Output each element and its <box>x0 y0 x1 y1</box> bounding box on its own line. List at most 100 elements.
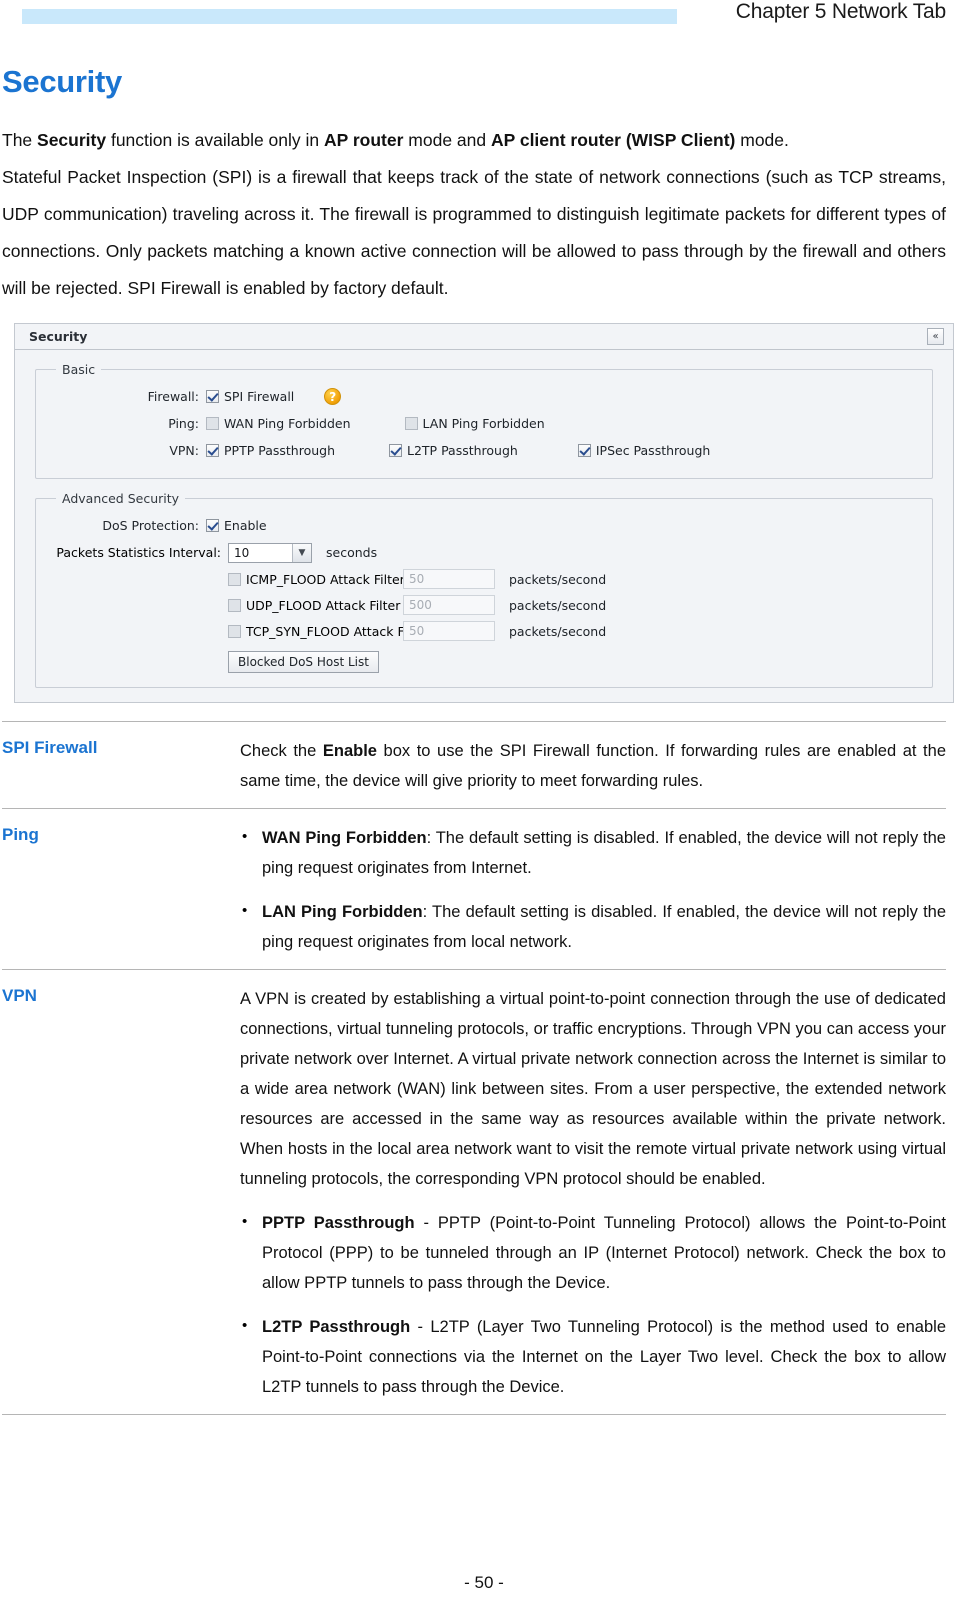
dos-enable-checkbox[interactable] <box>206 519 219 532</box>
spi-description: Check the Enable box to use the SPI Fire… <box>240 736 946 796</box>
vpn-row: VPN: PPTP Passthrough L2TP Passthrough I… <box>46 437 922 464</box>
intro-lead-mid2: mode and <box>403 130 491 150</box>
udp-flood-checkbox[interactable] <box>228 598 241 612</box>
security-settings-screenshot: Security « Basic Firewall: SPI Firewall … <box>14 323 954 703</box>
basic-group-legend: Basic <box>62 362 96 377</box>
chapter-title: Chapter 5 Network Tab <box>735 0 946 23</box>
vpn-bullet-l2tp: L2TP Passthrough - L2TP (Layer Two Tunne… <box>242 1311 946 1402</box>
packets-statistics-interval-units: seconds <box>326 545 378 560</box>
definition-term-spi-firewall: SPI Firewall <box>2 738 98 757</box>
basic-settings-group: Basic Firewall: SPI Firewall ? Ping: WAN… <box>35 362 933 479</box>
icmp-flood-label: ICMP_FLOOD Attack Filter <box>246 571 405 587</box>
definition-row-spi-firewall: SPI Firewall Check the Enable box to use… <box>2 721 946 808</box>
ping-row: Ping: WAN Ping Forbidden LAN Ping Forbid… <box>46 410 922 437</box>
intro-lead-prefix: The <box>2 130 38 150</box>
ping-bullet-wan: WAN Ping Forbidden: The default setting … <box>242 822 946 883</box>
advanced-security-group: Advanced Security DoS Protection: Enable… <box>35 491 933 688</box>
intro-text: The Security function is available only … <box>2 122 946 307</box>
screenshot-panel-title: Security <box>29 329 88 344</box>
ipsec-passthrough-checkbox-wrap[interactable]: IPSec Passthrough <box>577 443 711 458</box>
dos-protection-label: DoS Protection: <box>102 518 199 533</box>
dos-enable-checkbox-wrap[interactable]: Enable <box>206 518 267 533</box>
advanced-group-legend: Advanced Security <box>62 491 180 506</box>
icmp-flood-units: packets/second <box>509 571 607 587</box>
spi-firewall-checkbox[interactable] <box>206 390 219 403</box>
udp-flood-units: packets/second <box>509 597 607 613</box>
icmp-flood-threshold-input[interactable]: 50 <box>403 569 495 589</box>
definition-term-ping: Ping <box>2 825 39 844</box>
spi-desc-prefix: Check the <box>240 742 323 760</box>
lan-ping-forbidden-checkbox[interactable] <box>404 417 418 430</box>
l2tp-passthrough-checkbox[interactable] <box>389 444 402 457</box>
tcp-syn-flood-units: packets/second <box>509 623 607 639</box>
udp-flood-checkbox-wrap[interactable]: UDP_FLOOD Attack Filter <box>228 598 403 613</box>
definition-term-vpn: VPN <box>2 986 37 1005</box>
blocked-dos-host-list-button[interactable]: Blocked DoS Host List <box>228 651 379 673</box>
firewall-row: Firewall: SPI Firewall ? <box>46 383 922 410</box>
ping-bullet-lan-bold: LAN Ping Forbidden <box>262 903 423 921</box>
definition-body-vpn: A VPN is created by establishing a virtu… <box>240 984 946 1402</box>
page-header: Chapter 5 Network Tab <box>0 0 968 34</box>
packets-statistics-interval-label: Packets Statistics Interval: <box>56 545 221 560</box>
wan-ping-forbidden-checkbox-wrap[interactable]: WAN Ping Forbidden <box>206 416 351 431</box>
vpn-row-label: VPN: <box>169 443 199 458</box>
dos-enable-label: Enable <box>224 518 267 533</box>
udp-flood-filter-row: UDP_FLOOD Attack Filter 500 packets/seco… <box>46 592 922 618</box>
ipsec-passthrough-label: IPSec Passthrough <box>595 443 711 458</box>
pptp-passthrough-checkbox-wrap[interactable]: PPTP Passthrough <box>206 443 335 458</box>
spi-desc-bold: Enable <box>322 742 377 760</box>
pptp-passthrough-label: PPTP Passthrough <box>224 443 335 458</box>
intro-lead-line: The Security function is available only … <box>2 122 946 159</box>
l2tp-passthrough-label: L2TP Passthrough <box>407 443 518 458</box>
packets-statistics-interval-row: Packets Statistics Interval: 10 ▼ second… <box>46 539 922 566</box>
lan-ping-forbidden-checkbox-wrap[interactable]: LAN Ping Forbidden <box>404 416 545 431</box>
header-decoration-band <box>22 9 677 24</box>
definition-row-vpn: VPN A VPN is created by establishing a v… <box>2 969 946 1415</box>
intro-bold-ap-router: AP router <box>324 130 404 150</box>
page-number-footer: - 50 - <box>464 1573 504 1592</box>
intro-bold-security: Security <box>37 130 107 150</box>
icmp-flood-checkbox[interactable] <box>228 572 241 586</box>
ping-bullet-list: WAN Ping Forbidden: The default setting … <box>240 822 946 957</box>
chevron-down-icon[interactable]: ▼ <box>292 543 311 562</box>
pptp-passthrough-checkbox[interactable] <box>206 444 219 457</box>
wan-ping-forbidden-checkbox[interactable] <box>206 417 219 430</box>
vpn-bullet-l2tp-bold: L2TP Passthrough <box>262 1318 411 1336</box>
ping-bullet-lan: LAN Ping Forbidden: The default setting … <box>242 896 946 957</box>
udp-flood-threshold-input[interactable]: 500 <box>403 595 495 615</box>
tcp-syn-flood-filter-row: TCP_SYN_FLOOD Attack Filter 50 packets/s… <box>46 618 922 644</box>
lan-ping-forbidden-label: LAN Ping Forbidden <box>422 416 545 431</box>
icmp-flood-filter-row: ICMP_FLOOD Attack Filter 50 packets/seco… <box>46 566 922 592</box>
l2tp-passthrough-checkbox-wrap[interactable]: L2TP Passthrough <box>389 443 518 458</box>
tcp-syn-flood-checkbox[interactable] <box>228 624 241 638</box>
definition-body-spi-firewall: Check the Enable box to use the SPI Fire… <box>240 736 946 796</box>
help-icon[interactable]: ? <box>324 388 342 405</box>
dos-protection-row: DoS Protection: Enable <box>46 512 922 539</box>
ping-bullet-wan-bold: WAN Ping Forbidden <box>262 829 427 847</box>
udp-flood-label: UDP_FLOOD Attack Filter <box>246 597 401 613</box>
intro-lead-mid1: function is available only in <box>106 130 324 150</box>
tcp-syn-flood-threshold-input[interactable]: 50 <box>403 621 495 641</box>
vpn-bullet-list: PPTP Passthrough - PPTP (Point-to-Point … <box>240 1207 946 1402</box>
vpn-description: A VPN is created by establishing a virtu… <box>240 990 946 1188</box>
intro-paragraph: Stateful Packet Inspection (SPI) is a fi… <box>2 167 946 298</box>
intro-bold-ap-client-router: AP client router (WISP Client) <box>490 130 736 150</box>
tcp-syn-flood-checkbox-wrap[interactable]: TCP_SYN_FLOOD Attack Filter <box>228 624 428 639</box>
page-content: Security The Security function is availa… <box>0 34 968 1415</box>
definitions-table: SPI Firewall Check the Enable box to use… <box>2 721 946 1415</box>
definition-row-ping: Ping WAN Ping Forbidden: The default set… <box>2 808 946 969</box>
spi-firewall-checkbox-wrap[interactable]: SPI Firewall <box>206 389 294 404</box>
screenshot-titlebar: Security « <box>15 324 953 350</box>
collapse-icon[interactable]: « <box>927 328 944 345</box>
packets-statistics-interval-select[interactable]: 10 ▼ <box>228 542 312 563</box>
tcp-syn-flood-label: TCP_SYN_FLOOD Attack Filter <box>246 623 429 639</box>
definition-body-ping: WAN Ping Forbidden: The default setting … <box>240 822 946 957</box>
page-title: Security <box>2 64 122 99</box>
ipsec-passthrough-checkbox[interactable] <box>577 444 591 457</box>
icmp-flood-checkbox-wrap[interactable]: ICMP_FLOOD Attack Filter <box>228 571 405 587</box>
vpn-bullet-pptp-bold: PPTP Passthrough <box>262 1214 415 1232</box>
spi-firewall-label: SPI Firewall <box>224 389 295 404</box>
wan-ping-forbidden-label: WAN Ping Forbidden <box>224 416 351 431</box>
packets-statistics-interval-value: 10 <box>234 545 250 560</box>
intro-lead-suffix: mode. <box>735 130 789 150</box>
